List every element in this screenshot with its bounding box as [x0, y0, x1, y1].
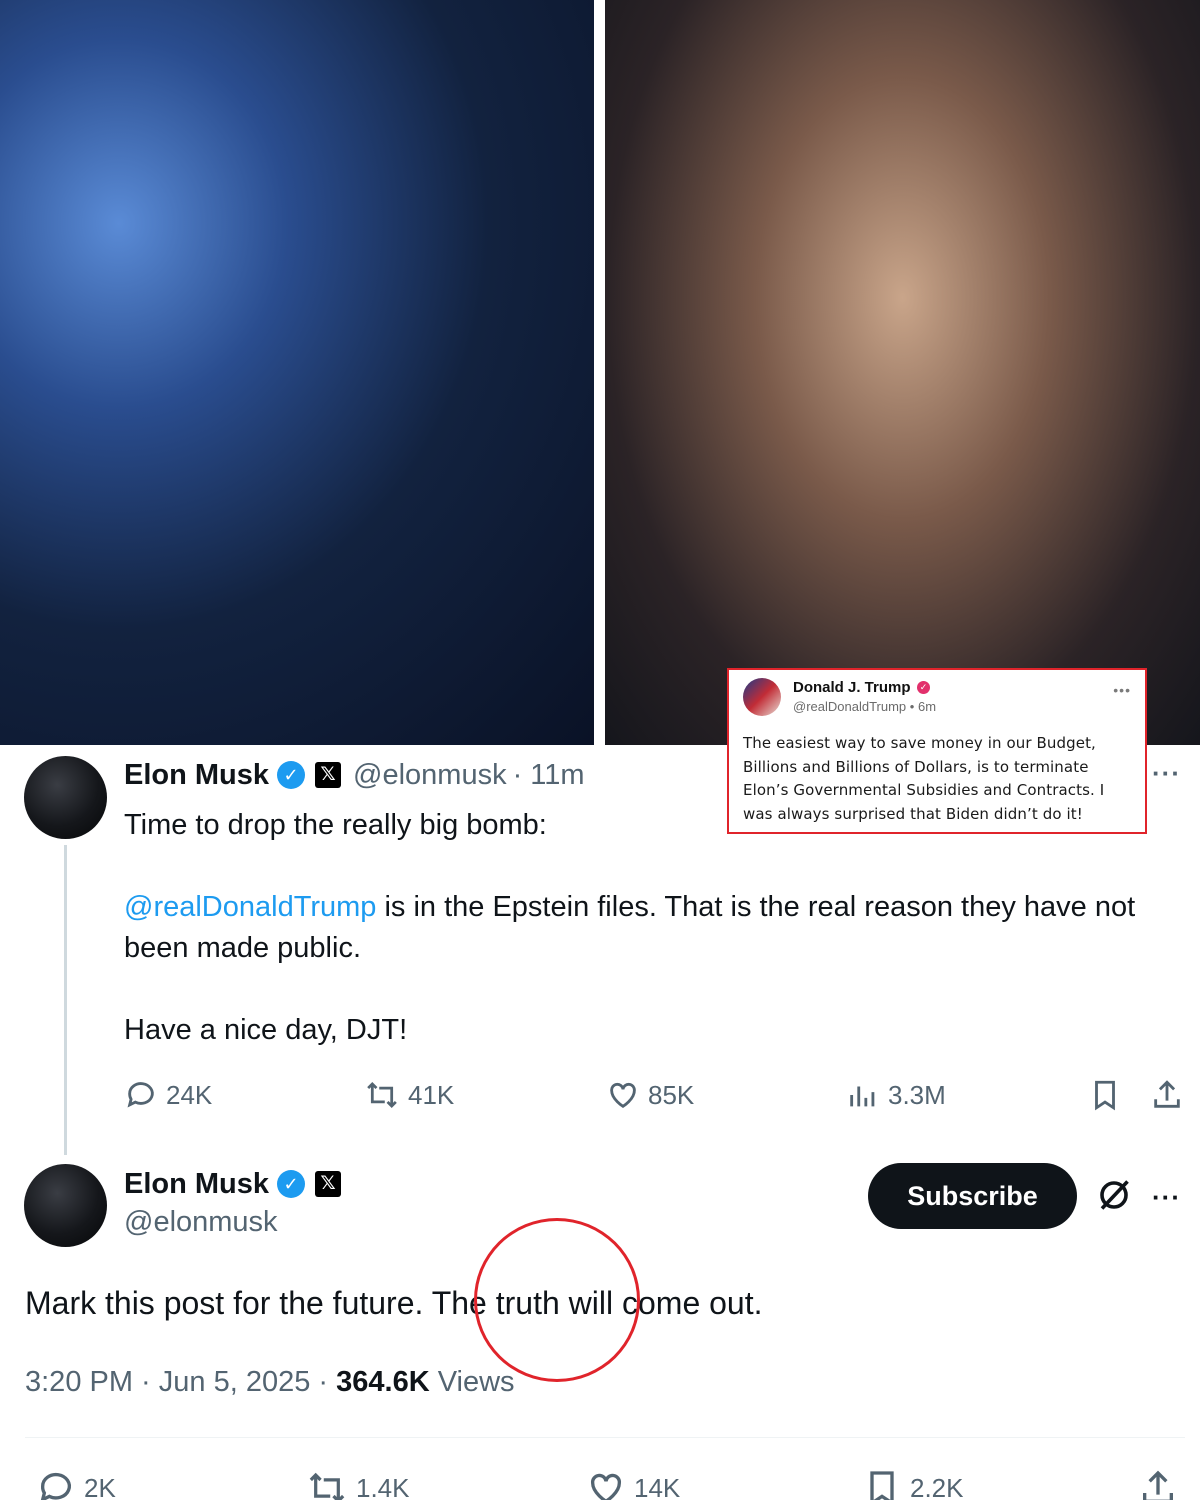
highlight-circle-annotation: [474, 1218, 640, 1382]
author-handle[interactable]: @elonmusk: [124, 1206, 278, 1239]
bookmark-icon: [1095, 1080, 1115, 1111]
tweet2-text: Mark this post for the future. The truth…: [25, 1285, 763, 1321]
views-chart-icon: [850, 1086, 875, 1107]
grok-icon[interactable]: [1096, 1177, 1132, 1213]
tweet-time[interactable]: · 11m: [513, 759, 585, 792]
avatar[interactable]: [24, 1164, 107, 1247]
bookmark-count: 2.2K: [910, 1472, 964, 1500]
photo-divider: [594, 0, 605, 745]
mention-link[interactable]: @realDonaldTrump: [124, 891, 376, 923]
heart-icon: [610, 1082, 636, 1109]
bookmark-icon: [870, 1471, 894, 1500]
reply-icon: [40, 1472, 71, 1500]
bookmark-button[interactable]: [1088, 1078, 1130, 1112]
x-affiliation-icon[interactable]: 𝕏: [315, 1171, 342, 1197]
subscribe-button[interactable]: Subscribe: [868, 1163, 1077, 1229]
repost-count: 41K: [408, 1079, 455, 1110]
tweet1-line1: Time to drop the really big bomb:: [124, 809, 547, 841]
photo-elon-musk: [0, 0, 594, 745]
divider: [25, 1437, 1185, 1438]
reply-button[interactable]: 24K: [124, 1078, 212, 1112]
verified-badge-icon[interactable]: ✓: [277, 761, 306, 789]
tweet1-text: Time to drop the really big bomb: @realD…: [124, 805, 1174, 1051]
truth-post-time[interactable]: 6m: [918, 699, 936, 714]
tweet-timestamp[interactable]: 3:20 PM · Jun 5, 2025 ·: [25, 1366, 336, 1398]
repost-button[interactable]: 41K: [364, 1078, 454, 1112]
verified-badge-icon[interactable]: ✓: [277, 1170, 306, 1198]
truth-avatar[interactable]: [743, 678, 781, 716]
share-icon: [1154, 1080, 1180, 1108]
tweet2-header: Elon Musk ✓ 𝕏: [124, 1164, 342, 1204]
reply-icon: [127, 1082, 154, 1108]
author-handle[interactable]: @elonmusk: [353, 759, 507, 792]
repost-icon: [367, 1081, 397, 1109]
photo-donald-trump: [605, 0, 1200, 745]
views-label: Views: [429, 1366, 515, 1398]
reply-button[interactable]: 2K: [36, 1468, 116, 1500]
avatar[interactable]: [24, 756, 107, 839]
heart-icon: [590, 1473, 622, 1500]
x-affiliation-icon[interactable]: 𝕏: [315, 762, 342, 788]
reply-count: 24K: [166, 1079, 213, 1110]
verified-badge-icon: ✓: [916, 681, 930, 695]
like-count: 85K: [648, 1079, 695, 1110]
views-count: 3.3M: [888, 1079, 946, 1110]
repost-button[interactable]: 1.4K: [306, 1468, 410, 1500]
tweet1-line3: Have a nice day, DJT!: [124, 1014, 408, 1046]
more-icon[interactable]: •••: [1113, 678, 1131, 698]
repost-icon: [309, 1472, 345, 1500]
tweet1-paragraph2: @realDonaldTrump is in the Epstein files…: [124, 887, 1174, 969]
author-name[interactable]: Elon Musk: [124, 1168, 269, 1201]
author-name[interactable]: Elon Musk: [124, 759, 269, 792]
more-icon[interactable]: ···: [1152, 1182, 1181, 1213]
share-button[interactable]: [1150, 1078, 1192, 1112]
share-icon: [1143, 1470, 1173, 1500]
share-button[interactable]: [1138, 1468, 1186, 1500]
thread-connector: [64, 845, 67, 1155]
bookmark-button[interactable]: 2.2K: [862, 1468, 964, 1500]
repost-count: 1.4K: [356, 1472, 410, 1500]
like-count: 14K: [634, 1472, 681, 1500]
truth-separator: •: [909, 699, 915, 714]
truth-author: Donald J. Trump ✓ @realDonaldTrump • 6m: [793, 678, 1113, 716]
like-button[interactable]: 85K: [606, 1078, 694, 1112]
views-button[interactable]: 3.3M: [846, 1078, 946, 1112]
tweet1-header: Elon Musk ✓ 𝕏 @elonmusk · 11m: [124, 755, 585, 795]
truth-author-name[interactable]: Donald J. Trump: [793, 679, 911, 696]
views-total: 364.6K: [336, 1366, 430, 1398]
reply-count: 2K: [84, 1472, 116, 1500]
truth-author-handle[interactable]: @realDonaldTrump: [793, 699, 906, 714]
like-button[interactable]: 14K: [586, 1468, 680, 1500]
truth-author-meta: @realDonaldTrump • 6m: [793, 697, 1113, 716]
truth-post-header: Donald J. Trump ✓ @realDonaldTrump • 6m …: [743, 678, 1131, 716]
more-icon[interactable]: ···: [1152, 758, 1181, 789]
tweet2-meta: 3:20 PM · Jun 5, 2025 · 364.6K Views: [25, 1366, 515, 1399]
